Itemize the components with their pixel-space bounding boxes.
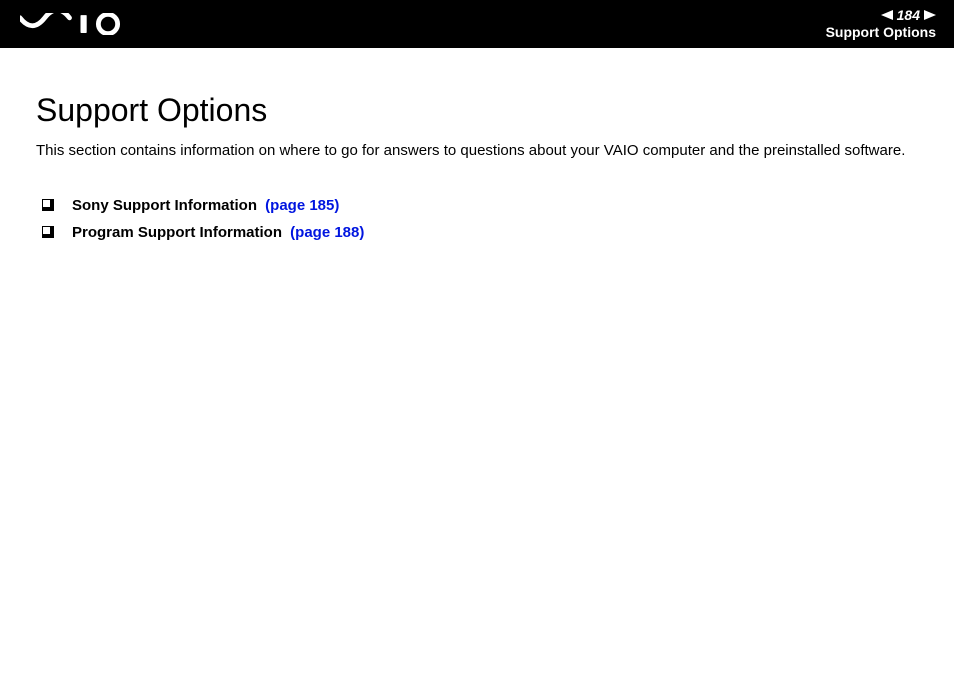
- prev-page-arrow-icon[interactable]: [881, 10, 893, 20]
- link-page-ref[interactable]: (page 185): [265, 197, 339, 214]
- toc-link-list: Sony Support Information (page 185) Prog…: [36, 197, 918, 241]
- link-title: Sony Support Information: [72, 197, 257, 214]
- next-page-arrow-icon[interactable]: [924, 10, 936, 20]
- link-page-ref[interactable]: (page 188): [290, 224, 364, 241]
- vaio-logo: [20, 13, 130, 35]
- bullet-icon: [42, 199, 54, 211]
- page-title: Support Options: [36, 92, 918, 129]
- header-bar: 184 Support Options: [0, 0, 954, 48]
- page-number: 184: [897, 8, 920, 22]
- header-section-label: Support Options: [826, 24, 936, 40]
- intro-paragraph: This section contains information on whe…: [36, 141, 918, 161]
- page-navigation: 184: [826, 8, 936, 22]
- list-item: Sony Support Information (page 185): [42, 197, 918, 214]
- list-item: Program Support Information (page 188): [42, 224, 918, 241]
- link-title: Program Support Information: [72, 224, 282, 241]
- header-right: 184 Support Options: [826, 8, 936, 40]
- page-content: Support Options This section contains in…: [0, 48, 954, 241]
- bullet-icon: [42, 226, 54, 238]
